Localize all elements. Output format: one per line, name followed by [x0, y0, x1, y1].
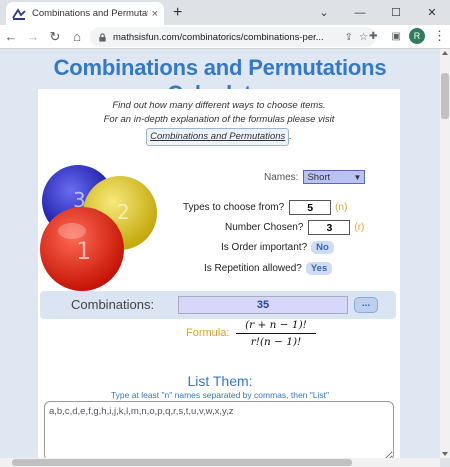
lottery-balls-illustration: 3 2 1 — [40, 165, 157, 291]
names-list-textarea[interactable] — [44, 401, 394, 461]
sidebar-icon[interactable]: ▣ — [392, 31, 401, 42]
scroll-down-arrow-icon[interactable] — [442, 452, 448, 456]
chosen-row: Number Chosen? (r) — [225, 220, 364, 235]
tab-title: Combinations and Permutations — [32, 8, 148, 19]
menu-kebab-icon[interactable]: ⋮ — [433, 28, 446, 44]
fraction-line — [236, 333, 316, 334]
order-toggle-button[interactable]: No — [311, 241, 334, 254]
profile-avatar[interactable]: R — [409, 28, 425, 44]
intro-line-2: For an in-depth explanation of the formu… — [103, 114, 335, 125]
types-label: Types to choose from? — [183, 202, 285, 213]
close-window-button[interactable]: ✕ — [414, 0, 450, 25]
names-select[interactable]: Short ▼ — [303, 170, 366, 184]
order-row: Is Order important? No — [221, 241, 334, 254]
chosen-variable: (r) — [354, 222, 365, 233]
back-arrow-icon[interactable]: ← — [0, 29, 22, 44]
formula-label: Formula: — [186, 327, 230, 339]
tab-close-icon[interactable]: × — [152, 8, 158, 20]
toolbar-right: ✚ ▣ R ⋮ — [363, 28, 446, 44]
minimize-button[interactable]: — — [342, 0, 378, 25]
maximize-button[interactable]: ☐ — [378, 0, 414, 25]
combinations-result-field: 35 — [178, 296, 348, 314]
tab-combinations[interactable]: Combinations and Permutations × — [6, 2, 164, 25]
formula-denominator: r!(n − 1)! — [250, 336, 302, 348]
names-row: Names: Short ▼ — [264, 170, 366, 184]
intro-line-1: Find out how many different ways to choo… — [112, 100, 326, 111]
names-selected-value: Short — [307, 171, 331, 183]
new-tab-button[interactable]: + — [173, 4, 182, 22]
horizontal-scroll-thumb[interactable] — [12, 459, 352, 466]
url-text: mathsisfun.com/combinatorics/combination… — [113, 31, 324, 43]
tab-strip: Combinations and Permutations × + ⌄ — ☐ … — [0, 0, 450, 25]
red-ball-shine — [58, 223, 86, 239]
formula-numerator: (r + n − 1)! — [245, 319, 307, 331]
repetition-row: Is Repetition allowed? Yes — [204, 262, 333, 275]
chosen-input[interactable] — [308, 220, 351, 235]
lock-icon — [99, 32, 106, 42]
types-row: Types to choose from? (n) — [183, 200, 347, 215]
repetition-label: Is Repetition allowed? — [204, 263, 302, 274]
horizontal-scrollbar[interactable] — [0, 458, 440, 467]
list-them-heading: List Them: — [187, 373, 253, 389]
combinations-result-bar: Combinations: 35 ... — [40, 291, 396, 319]
more-options-button[interactable]: ... — [354, 297, 378, 313]
window-controls: ⌄ — ☐ ✕ — [306, 0, 450, 25]
formula-fraction: (r + n − 1)! r!(n − 1)! — [236, 319, 316, 348]
types-variable: (n) — [335, 202, 348, 213]
address-bar[interactable]: mathsisfun.com/combinatorics/combination… — [90, 27, 376, 47]
order-label: Is Order important? — [221, 242, 308, 253]
names-label: Names: — [264, 171, 299, 183]
types-input[interactable] — [289, 200, 332, 215]
combinations-permutations-link[interactable]: Combinations and Permutations — [146, 128, 290, 146]
scroll-thumb[interactable] — [441, 73, 449, 119]
share-icon[interactable]: ⇪ — [345, 32, 353, 43]
list-hint: Type at least "n" names separated by com… — [110, 390, 330, 400]
browser-toolbar: ← → ↻ ⌂ mathsisfun.com/combinatorics/com… — [0, 25, 450, 49]
extensions-puzzle-icon[interactable]: ✚ — [369, 31, 377, 42]
chevron-down-icon: ▼ — [353, 172, 362, 182]
yellow-ball-number: 2 — [117, 200, 130, 224]
scroll-up-arrow-icon[interactable] — [442, 51, 448, 55]
intro-text: Find out how many different ways to choo… — [38, 99, 400, 146]
tab-search-chevron-icon[interactable]: ⌄ — [306, 0, 342, 25]
mathsisfun-favicon-icon — [12, 7, 26, 20]
repetition-toggle-button[interactable]: Yes — [305, 262, 333, 275]
home-icon[interactable]: ⌂ — [66, 29, 88, 44]
red-ball-number: 1 — [76, 237, 91, 265]
combinations-label: Combinations: — [71, 297, 155, 312]
vertical-scrollbar[interactable] — [440, 49, 450, 458]
forward-arrow-icon[interactable]: → — [22, 29, 44, 44]
reload-icon[interactable]: ↻ — [44, 29, 66, 45]
intro-period: . — [289, 131, 292, 142]
chosen-label: Number Chosen? — [225, 222, 304, 233]
